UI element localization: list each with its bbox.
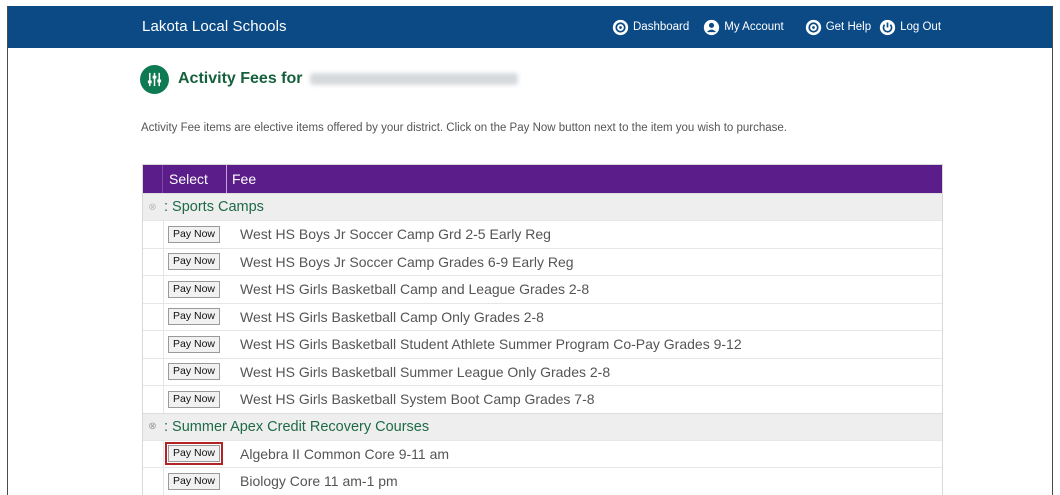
nav-dashboard-label: Dashboard bbox=[633, 21, 690, 33]
group-label: : Sports Camps bbox=[164, 199, 264, 215]
pay-now-button[interactable]: Pay Now bbox=[168, 308, 221, 326]
pay-now-button[interactable]: Pay Now bbox=[168, 280, 221, 298]
collapse-icon[interactable]: ⊗ bbox=[143, 202, 162, 213]
dashboard-icon bbox=[612, 19, 629, 35]
pay-now-button[interactable]: Pay Now bbox=[168, 390, 221, 408]
nav-get-help-label: Get Help bbox=[825, 21, 872, 33]
fee-name: Algebra II Common Core 9-11 am bbox=[240, 445, 450, 462]
user-icon bbox=[704, 19, 720, 35]
fee-name: West HS Boys Jr Soccer Camp Grd 2-5 Earl… bbox=[240, 226, 551, 243]
pay-now-button[interactable]: Pay Now bbox=[168, 472, 221, 490]
table-row: Pay Now Biology Core 11 am-1 pm bbox=[143, 467, 942, 495]
fee-name: West HS Girls Basketball Summer League O… bbox=[240, 363, 611, 380]
pay-now-button[interactable]: Pay Now bbox=[168, 363, 221, 381]
group-row-sports-camps[interactable]: ⊗ : Sports Camps bbox=[143, 193, 942, 220]
table-header: Select Fee bbox=[143, 165, 942, 193]
pay-now-button[interactable]: Pay Now bbox=[168, 225, 221, 243]
fee-name: West HS Girls Basketball System Boot Cam… bbox=[240, 391, 595, 408]
table-row: Pay Now West HS Boys Jr Soccer Camp Grd … bbox=[143, 220, 942, 248]
pay-now-button[interactable]: Pay Now bbox=[168, 335, 221, 353]
top-nav: Dashboard My Account Get Help Log Out bbox=[612, 6, 941, 48]
help-icon bbox=[805, 19, 821, 35]
page-title-row: Activity Fees for bbox=[140, 64, 519, 94]
fee-name: West HS Boys Jr Soccer Camp Grades 6-9 E… bbox=[240, 253, 574, 270]
pay-now-button-highlighted[interactable]: Pay Now bbox=[164, 442, 224, 466]
district-name: Lakota Local Schools bbox=[142, 18, 287, 35]
pay-now-button[interactable]: Pay Now bbox=[168, 253, 221, 271]
top-header-bar: Lakota Local Schools Dashboard My Accoun… bbox=[8, 6, 1052, 48]
nav-log-out-label: Log Out bbox=[900, 21, 942, 33]
page-title: Activity Fees for bbox=[178, 70, 303, 87]
power-icon bbox=[879, 19, 896, 35]
table-row: Pay Now West HS Girls Basketball Summer … bbox=[143, 357, 942, 385]
column-header-select: Select bbox=[163, 165, 227, 193]
table-row: Pay Now West HS Boys Jr Soccer Camp Grad… bbox=[143, 247, 942, 275]
app-frame: Lakota Local Schools Dashboard My Accoun… bbox=[7, 6, 1053, 495]
nav-get-help[interactable]: Get Help bbox=[805, 19, 871, 36]
fees-table: Select Fee ⊗ : Sports Camps Pay Now West… bbox=[142, 164, 943, 495]
header-spacer bbox=[143, 165, 163, 193]
table-row: Pay Now Algebra II Common Core 9-11 am bbox=[143, 439, 942, 467]
table-row: Pay Now West HS Girls Basketball Camp an… bbox=[143, 275, 942, 303]
activity-fees-icon bbox=[140, 64, 169, 94]
table-row: Pay Now West HS Girls Basketball Camp On… bbox=[143, 302, 942, 330]
page-description: Activity Fee items are elective items of… bbox=[141, 122, 787, 134]
table-row: Pay Now West HS Girls Basketball Student… bbox=[143, 330, 942, 358]
fee-name: West HS Girls Basketball Camp and League… bbox=[240, 281, 590, 298]
fee-name: Biology Core 11 am-1 pm bbox=[240, 473, 398, 490]
fee-name: West HS Girls Basketball Camp Only Grade… bbox=[240, 308, 544, 325]
column-header-fee: Fee bbox=[232, 171, 257, 187]
table-row: Pay Now West HS Girls Basketball System … bbox=[143, 385, 942, 413]
redacted-student-name bbox=[310, 73, 519, 85]
collapse-icon[interactable]: ⊗ bbox=[143, 421, 162, 432]
nav-my-account-label: My Account bbox=[724, 21, 784, 33]
nav-my-account[interactable]: My Account bbox=[703, 19, 784, 36]
nav-log-out[interactable]: Log Out bbox=[879, 19, 941, 36]
group-label: : Summer Apex Credit Recovery Courses bbox=[164, 418, 430, 435]
fee-name: West HS Girls Basketball Student Athlete… bbox=[240, 336, 742, 353]
group-row-summer-apex[interactable]: ⊗ : Summer Apex Credit Recovery Courses bbox=[143, 412, 942, 440]
nav-dashboard[interactable]: Dashboard bbox=[612, 19, 689, 36]
